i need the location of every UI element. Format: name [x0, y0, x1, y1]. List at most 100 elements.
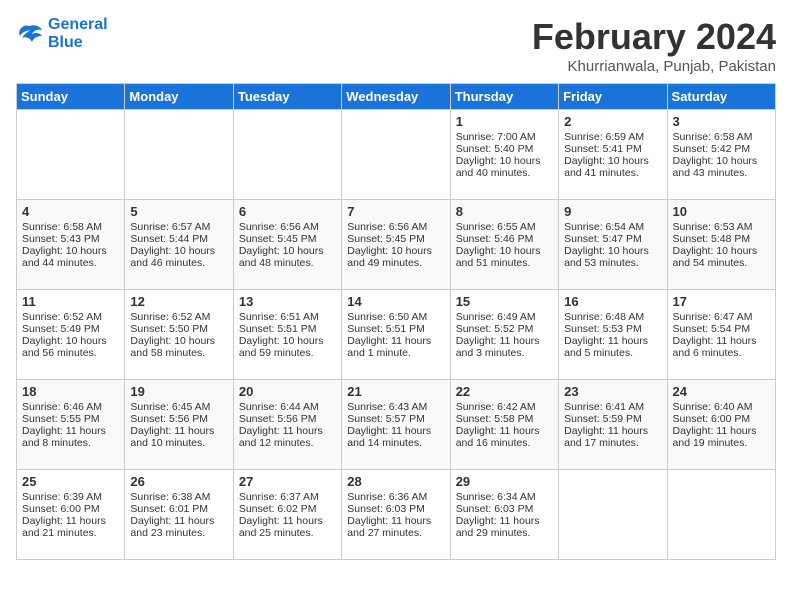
day-number: 10: [673, 204, 770, 219]
day-info: and 44 minutes.: [22, 257, 119, 269]
calendar-cell: 26Sunrise: 6:38 AMSunset: 6:01 PMDayligh…: [125, 470, 233, 560]
day-info: Daylight: 11 hours: [347, 515, 444, 527]
day-number: 25: [22, 474, 119, 489]
day-info: Sunset: 5:43 PM: [22, 233, 119, 245]
calendar-cell: 27 Sunrise: 6:37 AMSunset: 6:02 PMDayligh…: [233, 470, 341, 560]
calendar-cell: 3Sunrise: 6:58 AMSunset: 5:42 PMDaylight…: [667, 110, 775, 200]
calendar-cell: 13Sunrise: 6:51 AMSunset: 5:51 PMDayligh…: [233, 290, 341, 380]
day-number: 3: [673, 114, 770, 129]
day-number: 8: [456, 204, 553, 219]
calendar-cell: 1Sunrise: 7:00 AMSunset: 5:40 PMDaylight…: [450, 110, 558, 200]
day-number: 27: [239, 474, 336, 489]
week-row-1: 1Sunrise: 7:00 AMSunset: 5:40 PMDaylight…: [17, 110, 776, 200]
day-info: Sunset: 5:57 PM: [347, 413, 444, 425]
day-info: Daylight: 11 hours: [564, 425, 661, 437]
day-info: Sunrise: 6:42 AM: [456, 401, 553, 413]
day-number: 11: [22, 294, 119, 309]
day-number: 28: [347, 474, 444, 489]
day-info: and 3 minutes.: [456, 347, 553, 359]
day-info: Daylight: 11 hours: [130, 425, 227, 437]
day-info: Sunset: 6:02 PM: [239, 503, 336, 515]
day-number: 5: [130, 204, 227, 219]
day-info: Sunset: 5:44 PM: [130, 233, 227, 245]
day-info: Daylight: 11 hours: [239, 425, 336, 437]
day-info: Daylight: 11 hours: [239, 515, 336, 527]
day-info: Sunrise: 6:44 AM: [239, 401, 336, 413]
day-info: Daylight: 11 hours: [130, 515, 227, 527]
day-info: and 12 minutes.: [239, 437, 336, 449]
day-info: and 21 minutes.: [22, 527, 119, 539]
day-number: 15: [456, 294, 553, 309]
day-info: Sunrise: 6:47 AM: [673, 311, 770, 323]
day-info: Sunrise: 6:39 AM: [22, 491, 119, 503]
day-info: Sunset: 5:51 PM: [347, 323, 444, 335]
day-info: Sunset: 5:58 PM: [456, 413, 553, 425]
day-info: Daylight: 10 hours: [239, 245, 336, 257]
day-info: and 48 minutes.: [239, 257, 336, 269]
calendar-cell: 24Sunrise: 6:40 AMSunset: 6:00 PMDayligh…: [667, 380, 775, 470]
day-info: and 51 minutes.: [456, 257, 553, 269]
day-info: Sunrise: 7:00 AM: [456, 131, 553, 143]
week-row-2: 4 Sunrise: 6:58 AMSunset: 5:43 PM Daylight…: [17, 200, 776, 290]
day-info: Sunrise: 6:50 AM: [347, 311, 444, 323]
title-area: February 2024 Khurrianwala, Punjab, Paki…: [532, 16, 776, 75]
calendar-cell: 8Sunrise: 6:55 AMSunset: 5:46 PMDaylight…: [450, 200, 558, 290]
day-info: Daylight: 10 hours: [564, 155, 661, 167]
week-row-3: 11Sunrise: 6:52 AMSunset: 5:49 PMDayligh…: [17, 290, 776, 380]
day-info: Sunrise: 6:37 AM: [239, 491, 336, 503]
day-info: and 14 minutes.: [347, 437, 444, 449]
day-info: and 23 minutes.: [130, 527, 227, 539]
day-number: 14: [347, 294, 444, 309]
day-info: Sunrise: 6:41 AM: [564, 401, 661, 413]
day-info: Daylight: 10 hours: [564, 245, 661, 257]
calendar-cell: 15Sunrise: 6:49 AMSunset: 5:52 PMDayligh…: [450, 290, 558, 380]
calendar-cell: [233, 110, 341, 200]
calendar-table: SundayMondayTuesdayWednesdayThursdayFrid…: [16, 83, 776, 560]
day-info: and 27 minutes.: [347, 527, 444, 539]
day-number: 4: [22, 204, 119, 219]
day-info: Sunrise: 6:57 AM: [130, 221, 227, 233]
day-number: 22: [456, 384, 553, 399]
calendar-cell: [342, 110, 450, 200]
calendar-cell: 16Sunrise: 6:48 AMSunset: 5:53 PMDayligh…: [559, 290, 667, 380]
calendar-cell: 28Sunrise: 6:36 AMSunset: 6:03 PMDayligh…: [342, 470, 450, 560]
calendar-cell: 21Sunrise: 6:43 AMSunset: 5:57 PMDayligh…: [342, 380, 450, 470]
header-sunday: Sunday: [17, 84, 125, 110]
week-row-4: 18Sunrise: 6:46 AMSunset: 5:55 PMDayligh…: [17, 380, 776, 470]
day-info: Sunrise: 6:40 AM: [673, 401, 770, 413]
day-info: Sunset: 6:03 PM: [456, 503, 553, 515]
day-info: and 41 minutes.: [564, 167, 661, 179]
calendar-cell: 6Sunrise: 6:56 AMSunset: 5:45 PMDaylight…: [233, 200, 341, 290]
day-info: Daylight: 11 hours: [347, 335, 444, 347]
day-info: Sunset: 5:56 PM: [130, 413, 227, 425]
day-info: Daylight: 10 hours: [673, 155, 770, 167]
header-wednesday: Wednesday: [342, 84, 450, 110]
day-number: 20: [239, 384, 336, 399]
day-number: 7: [347, 204, 444, 219]
day-info: Daylight: 10 hours: [22, 335, 119, 347]
day-info: Sunset: 5:54 PM: [673, 323, 770, 335]
day-info: Sunset: 5:48 PM: [673, 233, 770, 245]
day-info: and 10 minutes.: [130, 437, 227, 449]
calendar-cell: 7Sunrise: 6:56 AMSunset: 5:45 PMDaylight…: [342, 200, 450, 290]
calendar-cell: 23Sunrise: 6:41 AMSunset: 5:59 PMDayligh…: [559, 380, 667, 470]
day-info: Daylight: 11 hours: [673, 425, 770, 437]
logo-icon: [16, 22, 44, 46]
day-info: and 59 minutes.: [239, 347, 336, 359]
day-info: Daylight: 11 hours: [456, 335, 553, 347]
header-monday: Monday: [125, 84, 233, 110]
day-info: Sunrise: 6:36 AM: [347, 491, 444, 503]
calendar-cell: 18Sunrise: 6:46 AMSunset: 5:55 PMDayligh…: [17, 380, 125, 470]
day-info: Sunrise: 6:58 AM: [22, 221, 119, 233]
day-info: Daylight: 10 hours: [456, 155, 553, 167]
day-number: 1: [456, 114, 553, 129]
day-info: and 19 minutes.: [673, 437, 770, 449]
day-info: and 56 minutes.: [22, 347, 119, 359]
day-info: Sunset: 5:47 PM: [564, 233, 661, 245]
calendar-cell: 4Sunrise: 6:58 AMSunset: 5:43 PMDaylight…: [17, 200, 125, 290]
day-info: Daylight: 10 hours: [130, 335, 227, 347]
day-info: Daylight: 10 hours: [130, 245, 227, 257]
page-header: General Blue February 2024 Khurrianwala,…: [16, 16, 776, 75]
calendar-cell: [125, 110, 233, 200]
calendar-cell: 10Sunrise: 6:53 AMSunset: 5:48 PMDayligh…: [667, 200, 775, 290]
